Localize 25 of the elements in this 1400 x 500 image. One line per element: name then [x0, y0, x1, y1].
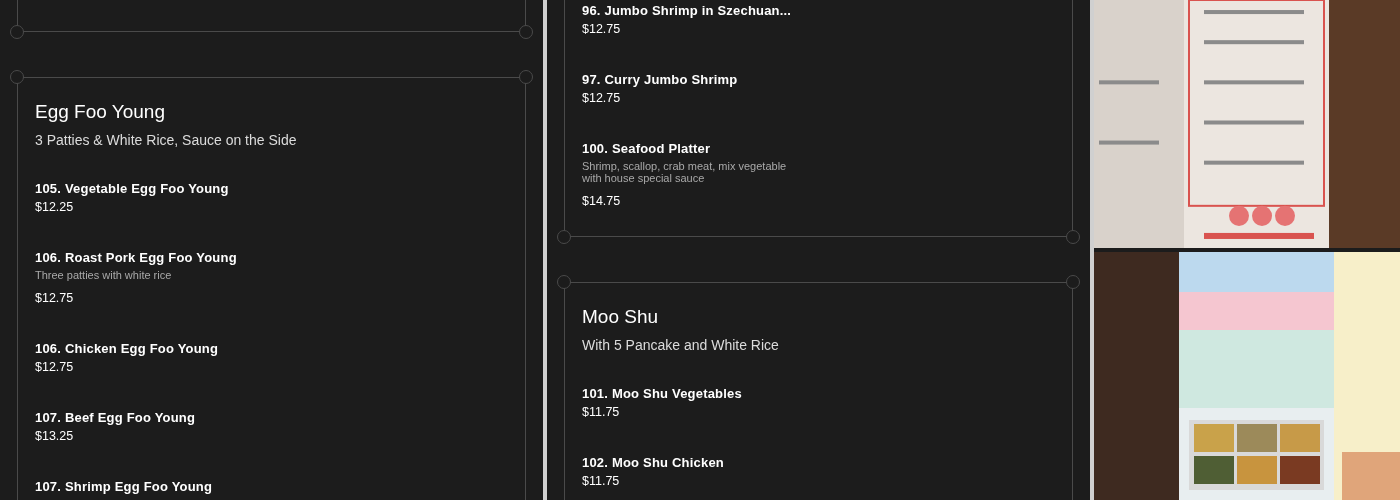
dish-name: 106. Chicken Egg Foo Young — [35, 340, 220, 358]
dish-description: Three patties with white rice — [35, 269, 173, 281]
dish-description: Shrimp, scallop, crab meat, mix vegetable with house special sauce — [582, 160, 787, 184]
dish-name: 96. Jumbo Shrimp in Szechuan... — [582, 2, 793, 20]
dish-name: 100. Seafood Platter — [582, 140, 712, 158]
dish-name: 102. Moo Shu Chicken — [582, 454, 725, 472]
section-title: Moo Shu — [582, 305, 660, 329]
section-title: Egg Foo Young — [35, 100, 166, 124]
dish-price: $12.75 — [582, 90, 622, 107]
dish-price: $11.75 — [582, 473, 621, 490]
dish-name: 107. Shrimp Egg Foo Young — [35, 478, 214, 496]
dish-name: 106. Roast Pork Egg Foo Young — [35, 249, 238, 267]
dish-price: $14.75 — [582, 193, 622, 210]
dish-price: $12.75 — [35, 359, 75, 376]
dish-name: 101. Moo Shu Vegetables — [582, 385, 743, 403]
section-subtitle: With 5 Pancake and White Rice — [582, 336, 780, 355]
dish-price: $13.25 — [35, 428, 75, 445]
dish-price: $11.75 — [582, 404, 621, 421]
dish-name: 105. Vegetable Egg Foo Young — [35, 180, 230, 198]
dish-price: $12.25 — [35, 199, 75, 216]
dish-name: 107. Beef Egg Foo Young — [35, 409, 197, 427]
dish-name: 97. Curry Jumbo Shrimp — [582, 71, 739, 89]
section-subtitle: 3 Patties & White Rice, Sauce on the Side — [35, 131, 298, 150]
dish-price: $12.75 — [582, 21, 622, 38]
dish-price: $12.75 — [35, 290, 75, 307]
